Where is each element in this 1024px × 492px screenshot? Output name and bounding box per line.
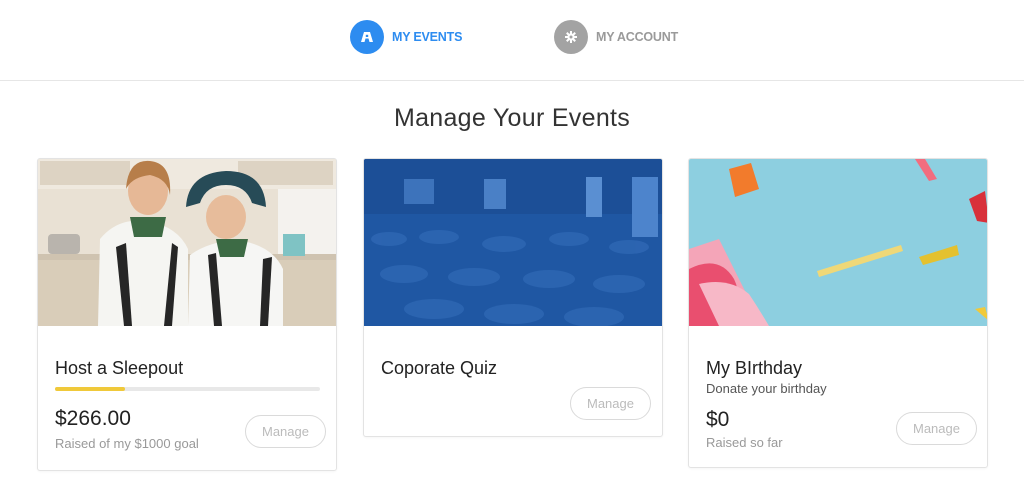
amount-note: Raised of my $1000 goal: [55, 436, 199, 451]
event-image: [689, 159, 987, 326]
event-card-my-birthday: My BIrthday Donate your birthday $0 Rais…: [688, 158, 988, 468]
nav-my-events-label: MY EVENTS: [392, 30, 463, 44]
amount-note: Raised so far: [706, 435, 783, 450]
manage-button[interactable]: Manage: [570, 387, 651, 420]
progress-fill: [55, 387, 126, 391]
events-icon: [350, 20, 384, 54]
page-title: Manage Your Events: [393, 104, 631, 132]
event-title: My BIrthday: [706, 358, 803, 378]
amount-raised: $0: [706, 408, 730, 431]
amount-raised: $266.00: [55, 407, 131, 430]
nav-my-events[interactable]: MY EVENTS: [350, 20, 462, 54]
event-title: Host a Sleepout: [55, 358, 184, 378]
nav-my-account[interactable]: MY ACCOUNT: [554, 20, 678, 54]
nav-my-account-label: MY ACCOUNT: [596, 30, 679, 44]
manage-button[interactable]: Manage: [896, 412, 977, 445]
event-card-sleepout: Host a Sleepout $266.00 Raised of my $10…: [37, 158, 337, 471]
event-card-corporate-quiz: Coporate Quiz Manage: [363, 158, 663, 437]
gear-icon: [554, 20, 588, 54]
top-navigation: MY EVENTS MY ACCOUNT: [0, 0, 1024, 81]
event-subtitle: Donate your birthday: [706, 381, 827, 396]
event-image: [38, 159, 336, 326]
manage-button[interactable]: Manage: [245, 415, 326, 448]
event-image: [364, 159, 662, 326]
event-title: Coporate Quiz: [381, 358, 498, 378]
fundraising-progress-bar: [55, 387, 320, 391]
